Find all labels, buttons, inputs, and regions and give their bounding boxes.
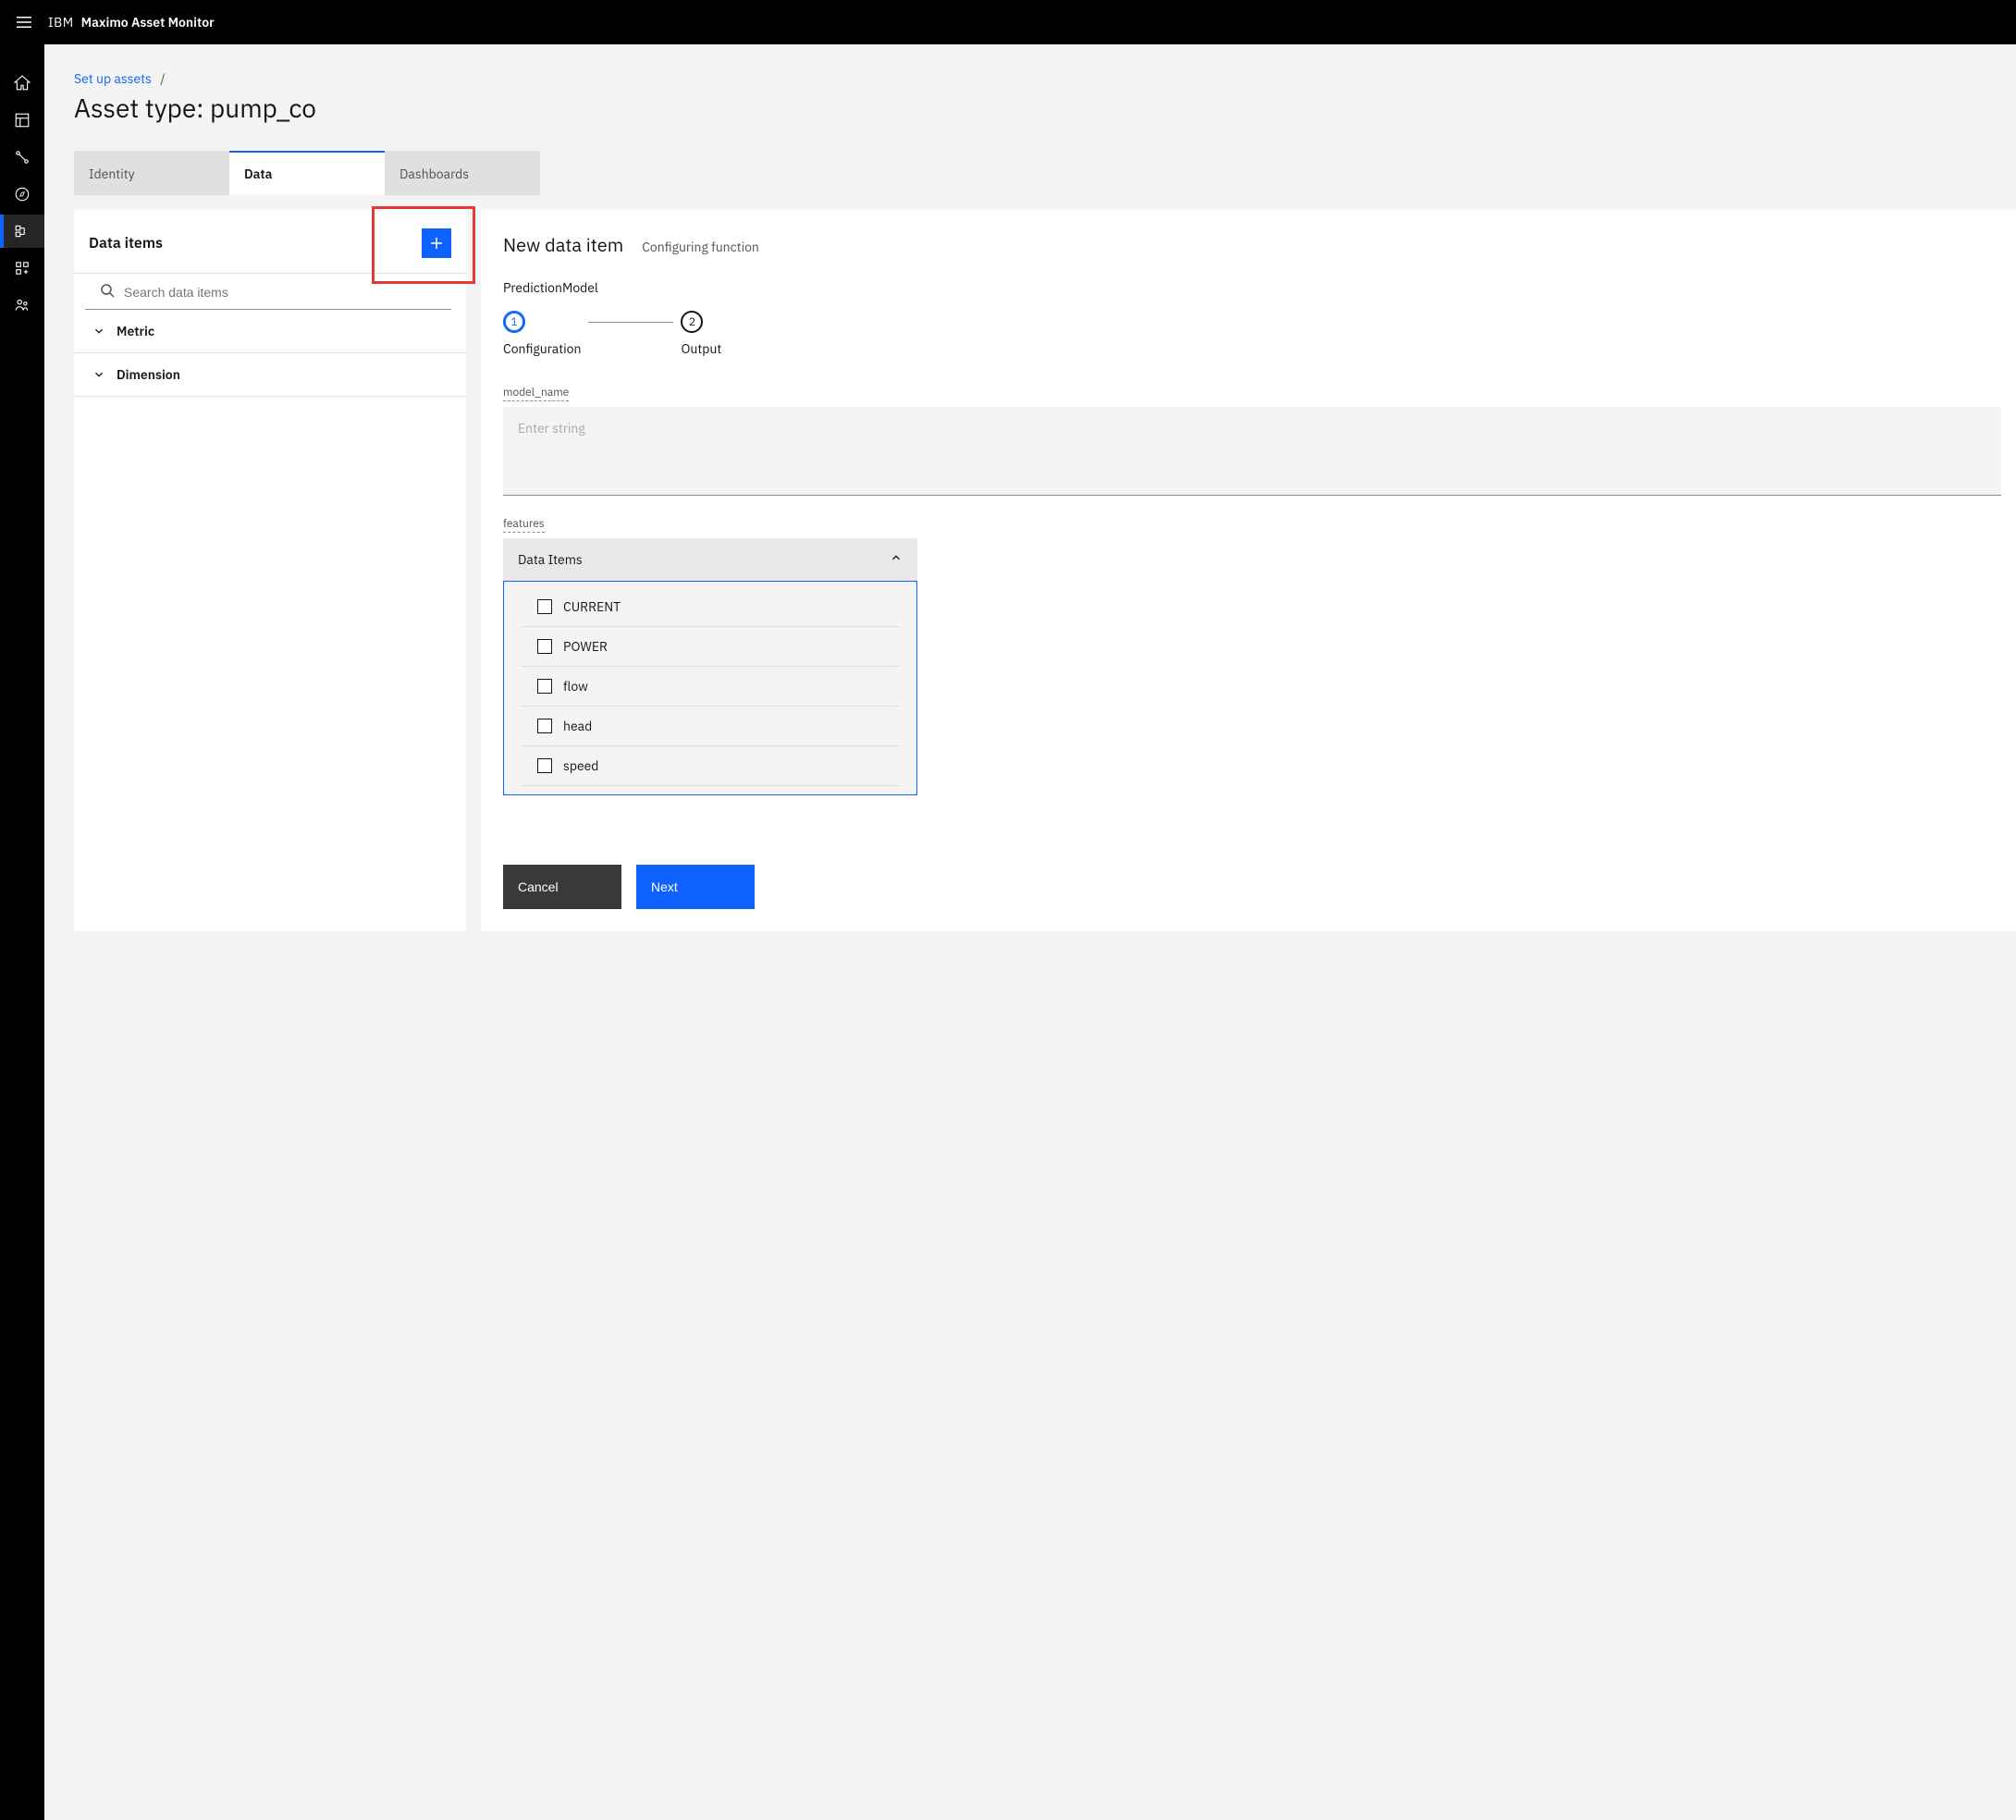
nav-explore-icon[interactable] [0,178,44,211]
brand: IBM Maximo Asset Monitor [48,14,215,31]
next-button[interactable]: Next [636,865,755,909]
app-header: IBM Maximo Asset Monitor [0,0,2016,44]
option-label: head [563,718,592,734]
left-nav [0,44,44,1820]
checkbox[interactable] [537,639,552,654]
nav-dashboard-icon[interactable] [0,104,44,137]
tree-label-metric: Metric [117,323,154,339]
chevron-up-icon [890,551,903,568]
option-label: flow [563,678,588,695]
menu-icon[interactable] [15,13,33,31]
chevron-down-icon [92,368,105,381]
nav-setup-icon[interactable] [0,215,44,248]
option-current[interactable]: CURRENT [521,587,900,627]
tree-item-metric[interactable]: Metric [74,310,466,353]
breadcrumb-separator: / [160,70,165,87]
option-flow[interactable]: flow [521,667,900,707]
option-label: speed [563,757,598,774]
add-data-item-button[interactable] [422,228,451,258]
brand-ibm: IBM [48,14,74,31]
data-items-title: Data items [89,234,163,252]
new-data-item-panel: New data item Configuring function Predi… [481,210,2016,931]
step-output[interactable]: 2 Output [681,311,721,357]
new-data-item-title: New data item [503,232,623,257]
checkbox[interactable] [537,719,552,733]
checkbox[interactable] [537,599,552,614]
features-label: features [503,517,545,533]
model-name-input[interactable] [503,407,2001,496]
footer-buttons: Cancel Next [503,828,2001,909]
brand-product: Maximo Asset Monitor [81,14,215,31]
page-title: Asset type: pump_co [74,91,2016,125]
search-input[interactable] [124,285,436,300]
tab-dashboards[interactable]: Dashboards [385,151,540,195]
nav-apps-icon[interactable] [0,252,44,285]
main-content: Set up assets / Asset type: pump_co Iden… [44,44,2016,1820]
data-items-panel: Data items [74,210,466,931]
nav-home-icon[interactable] [0,67,44,100]
step-configuration[interactable]: 1 Configuration [503,311,581,357]
step-1-circle: 1 [503,311,525,333]
chevron-down-icon [92,325,105,338]
step-1-label: Configuration [503,340,581,357]
option-voltage[interactable]: voltage [521,792,900,795]
tab-identity[interactable]: Identity [74,151,229,195]
new-data-item-subtitle: Configuring function [642,239,759,255]
option-power[interactable]: POWER [521,627,900,667]
search-row [85,274,451,310]
option-label: POWER [563,638,608,655]
option-speed[interactable]: speed [521,746,900,786]
features-dropdown-header[interactable]: Data Items [503,538,917,581]
tree-label-dimension: Dimension [117,366,180,383]
nav-connect-icon[interactable] [0,141,44,174]
progress-stepper: 1 Configuration 2 Output [503,311,2001,357]
tab-data[interactable]: Data [229,151,385,195]
cancel-button[interactable]: Cancel [503,865,621,909]
nav-users-icon[interactable] [0,289,44,322]
model-name: PredictionModel [503,279,2001,296]
features-dropdown-label: Data Items [518,551,583,568]
option-label: CURRENT [563,598,621,615]
features-dropdown-list: CURRENT POWER flow [503,581,917,795]
option-head[interactable]: head [521,707,900,746]
model-name-label: model_name [503,386,569,401]
step-connector [588,322,673,323]
tree-item-dimension[interactable]: Dimension [74,353,466,397]
tabs: Identity Data Dashboards [74,151,2016,195]
search-icon [100,283,115,301]
checkbox[interactable] [537,758,552,773]
step-2-label: Output [681,340,721,357]
breadcrumb-link[interactable]: Set up assets [74,70,152,87]
breadcrumb: Set up assets / [74,70,2016,87]
step-2-circle: 2 [681,311,703,333]
checkbox[interactable] [537,679,552,694]
